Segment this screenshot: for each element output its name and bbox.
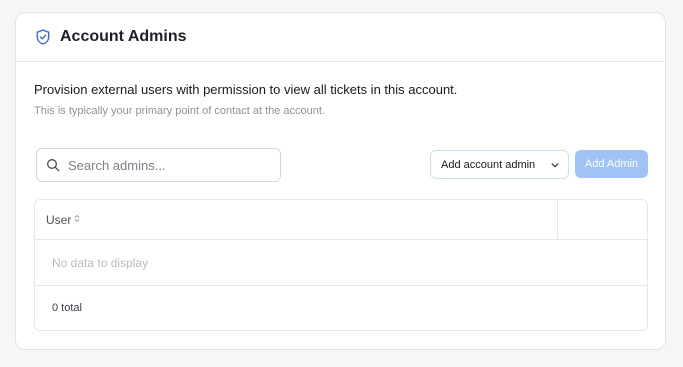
add-admin-button[interactable]: Add Admin: [575, 150, 648, 178]
search-box[interactable]: [36, 148, 281, 182]
description-text: Provision external users with permission…: [34, 82, 458, 97]
column-header-label: User: [46, 212, 72, 227]
chevron-down-icon: [550, 160, 560, 170]
select-label: Add account admin: [441, 158, 536, 171]
sort-icon[interactable]: [74, 214, 80, 225]
account-admins-card: Account Admins Provision external users …: [15, 12, 666, 350]
table-header: User: [35, 200, 647, 240]
empty-state-text: No data to display: [52, 255, 149, 270]
shield-check-icon: [34, 28, 52, 46]
search-icon: [45, 157, 68, 173]
table-footer: 0 total: [35, 286, 647, 330]
total-count: 0 total: [52, 302, 82, 314]
empty-state-row: No data to display: [35, 240, 647, 286]
admins-table: User No data to display 0 total: [34, 199, 648, 331]
column-header-user[interactable]: User: [35, 200, 558, 239]
card-header: Account Admins: [16, 13, 665, 62]
column-header-actions: [558, 200, 647, 239]
page-title: Account Admins: [60, 28, 187, 45]
add-account-admin-select[interactable]: Add account admin: [430, 150, 569, 179]
description-subtext: This is typically your primary point of …: [34, 105, 326, 117]
search-input[interactable]: [68, 157, 258, 173]
